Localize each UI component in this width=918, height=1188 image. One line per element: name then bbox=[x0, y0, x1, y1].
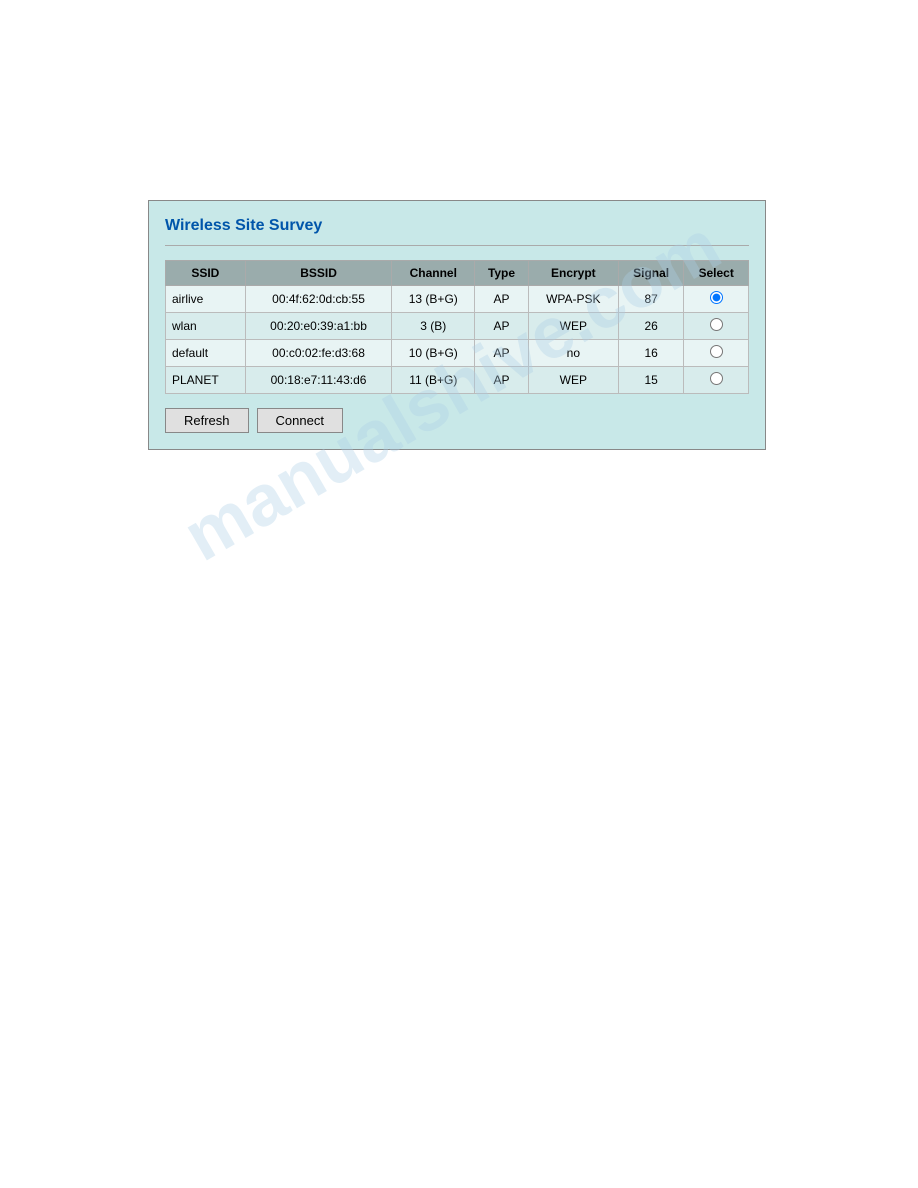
table-header-row: SSID BSSID Channel Type Encrypt Signal S… bbox=[166, 261, 749, 286]
select-radio[interactable] bbox=[710, 372, 723, 385]
cell-signal: 15 bbox=[618, 367, 683, 394]
cell-ssid: PLANET bbox=[166, 367, 246, 394]
cell-channel: 13 (B+G) bbox=[392, 286, 475, 313]
cell-channel: 3 (B) bbox=[392, 313, 475, 340]
cell-channel: 11 (B+G) bbox=[392, 367, 475, 394]
cell-bssid: 00:c0:02:fe:d3:68 bbox=[245, 340, 392, 367]
cell-select[interactable] bbox=[684, 286, 749, 313]
cell-bssid: 00:18:e7:11:43:d6 bbox=[245, 367, 392, 394]
table-row: PLANET00:18:e7:11:43:d611 (B+G)APWEP15 bbox=[166, 367, 749, 394]
col-header-select: Select bbox=[684, 261, 749, 286]
cell-encrypt: WEP bbox=[528, 313, 618, 340]
table-row: wlan00:20:e0:39:a1:bb3 (B)APWEP26 bbox=[166, 313, 749, 340]
col-header-encrypt: Encrypt bbox=[528, 261, 618, 286]
panel-title: Wireless Site Survey bbox=[165, 217, 749, 235]
cell-select[interactable] bbox=[684, 313, 749, 340]
col-header-bssid: BSSID bbox=[245, 261, 392, 286]
table-row: airlive00:4f:62:0d:cb:5513 (B+G)APWPA-PS… bbox=[166, 286, 749, 313]
cell-ssid: airlive bbox=[166, 286, 246, 313]
cell-bssid: 00:20:e0:39:a1:bb bbox=[245, 313, 392, 340]
select-radio[interactable] bbox=[710, 318, 723, 331]
refresh-button[interactable]: Refresh bbox=[165, 408, 249, 433]
cell-channel: 10 (B+G) bbox=[392, 340, 475, 367]
divider bbox=[165, 245, 749, 246]
col-header-ssid: SSID bbox=[166, 261, 246, 286]
cell-encrypt: WPA-PSK bbox=[528, 286, 618, 313]
cell-select[interactable] bbox=[684, 367, 749, 394]
cell-type: AP bbox=[475, 286, 529, 313]
wireless-site-survey-panel: Wireless Site Survey SSID BSSID Channel … bbox=[148, 200, 766, 450]
select-radio[interactable] bbox=[710, 345, 723, 358]
table-row: default00:c0:02:fe:d3:6810 (B+G)APno16 bbox=[166, 340, 749, 367]
col-header-type: Type bbox=[475, 261, 529, 286]
col-header-signal: Signal bbox=[618, 261, 683, 286]
col-header-channel: Channel bbox=[392, 261, 475, 286]
cell-encrypt: no bbox=[528, 340, 618, 367]
select-radio[interactable] bbox=[710, 291, 723, 304]
cell-signal: 16 bbox=[618, 340, 683, 367]
button-row: Refresh Connect bbox=[165, 408, 749, 433]
cell-encrypt: WEP bbox=[528, 367, 618, 394]
cell-type: AP bbox=[475, 367, 529, 394]
connect-button[interactable]: Connect bbox=[257, 408, 343, 433]
cell-select[interactable] bbox=[684, 340, 749, 367]
cell-ssid: wlan bbox=[166, 313, 246, 340]
survey-table: SSID BSSID Channel Type Encrypt Signal S… bbox=[165, 260, 749, 394]
cell-signal: 26 bbox=[618, 313, 683, 340]
cell-bssid: 00:4f:62:0d:cb:55 bbox=[245, 286, 392, 313]
cell-type: AP bbox=[475, 313, 529, 340]
cell-ssid: default bbox=[166, 340, 246, 367]
cell-signal: 87 bbox=[618, 286, 683, 313]
cell-type: AP bbox=[475, 340, 529, 367]
